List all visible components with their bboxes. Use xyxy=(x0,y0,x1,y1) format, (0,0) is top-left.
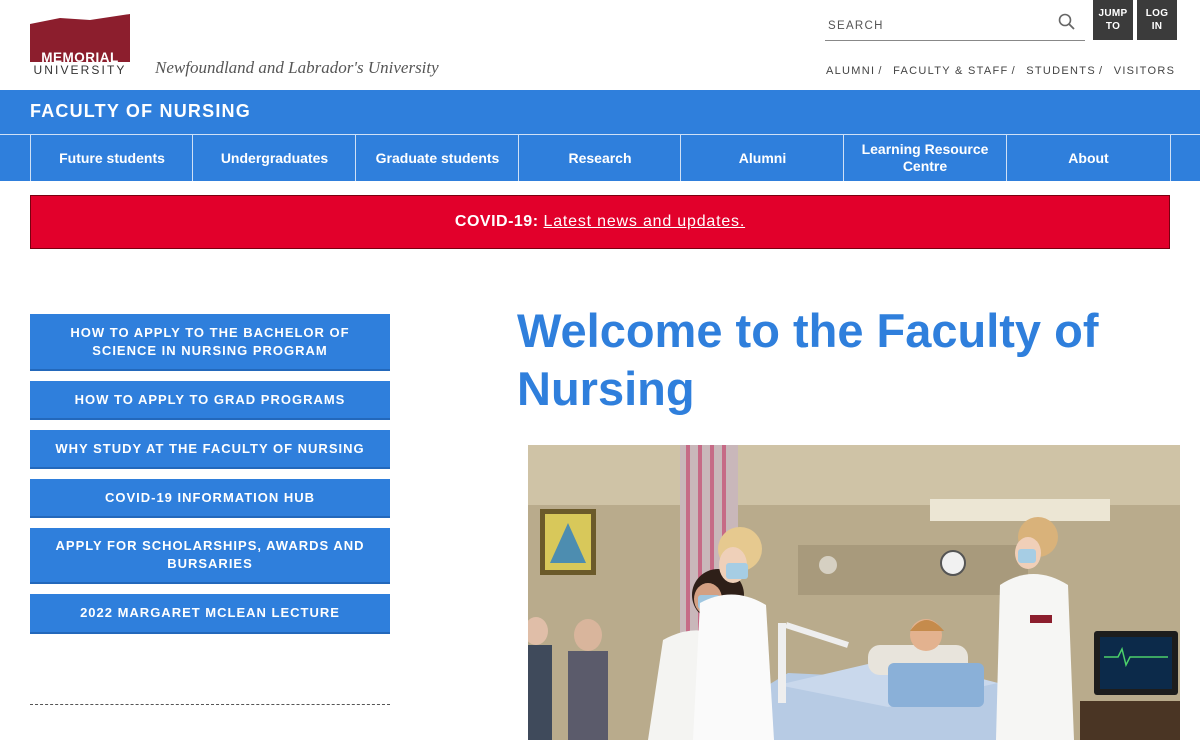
nav-item-about[interactable]: About xyxy=(1006,135,1171,181)
sidebar-divider xyxy=(30,704,390,705)
apply-bsn-button[interactable]: HOW TO APPLY TO THE BACHELOR OF SCIENCE … xyxy=(30,314,390,371)
apply-grad-programs-button[interactable]: HOW TO APPLY TO GRAD PROGRAMS xyxy=(30,381,390,420)
nav-item-graduate-students[interactable]: Graduate students xyxy=(355,135,519,181)
search-icon[interactable] xyxy=(1057,12,1077,32)
nursing-simulation-photo xyxy=(528,445,1180,740)
nav-item-alumni[interactable]: Alumni xyxy=(680,135,844,181)
mclean-lecture-button[interactable]: 2022 MARGARET MCLEAN LECTURE xyxy=(30,594,390,634)
scholarships-button[interactable]: APPLY FOR SCHOLARSHIPS, AWARDS AND BURSA… xyxy=(30,528,390,584)
page-title: Welcome to the Faculty of Nursing xyxy=(517,304,1099,415)
audience-separator: / xyxy=(1011,65,1016,77)
covid-banner: COVID-19: Latest news and updates. xyxy=(30,195,1170,249)
jump-to-label: JUMP TO xyxy=(1098,8,1128,32)
why-study-button[interactable]: WHY STUDY AT THE FACULTY OF NURSING xyxy=(30,430,390,469)
logo-word-university: UNIVERSITY xyxy=(33,63,127,77)
covid-banner-prefix: COVID-19: xyxy=(454,213,539,230)
audience-links: ALUMNI / FACULTY & STAFF / STUDENTS / VISIT… xyxy=(826,65,1175,77)
university-tagline: Newfoundland and Labrador's University xyxy=(155,58,439,77)
faculty-bar: FACULTY OF NURSING xyxy=(0,90,1200,134)
audience-link-students[interactable]: STUDENTS xyxy=(1026,65,1096,77)
nav-item-learning-resource-centre[interactable]: Learning Resource Centre xyxy=(843,135,1006,181)
audience-separator: / xyxy=(878,65,883,77)
log-in-label: LOG IN xyxy=(1145,8,1169,32)
audience-separator: / xyxy=(1098,65,1104,77)
nav-item-future-students[interactable]: Future students xyxy=(30,135,193,181)
faculty-title[interactable]: FACULTY OF NURSING xyxy=(30,101,251,122)
covid-news-link[interactable]: Latest news and updates. xyxy=(544,213,746,231)
nav-item-research[interactable]: Research xyxy=(518,135,681,181)
main-navigation: Future students Undergraduates Graduate … xyxy=(0,134,1200,181)
nav-item-undergraduates[interactable]: Undergraduates xyxy=(192,135,356,181)
search-box xyxy=(825,10,1085,41)
audience-link-visitors[interactable]: VISITORS xyxy=(1114,65,1176,77)
log-in-button[interactable]: LOG IN xyxy=(1137,0,1177,40)
audience-link-faculty-staff[interactable]: FACULTY & STAFF xyxy=(893,65,1008,77)
audience-link-alumni[interactable]: ALUMNI xyxy=(826,65,875,77)
search-input[interactable] xyxy=(825,16,1048,36)
jump-to-button[interactable]: JUMP TO xyxy=(1093,0,1133,40)
covid-info-hub-button[interactable]: COVID-19 INFORMATION HUB xyxy=(30,479,390,518)
memorial-university-logo[interactable]: MEMORIAL UNIVERSITY xyxy=(30,14,130,77)
